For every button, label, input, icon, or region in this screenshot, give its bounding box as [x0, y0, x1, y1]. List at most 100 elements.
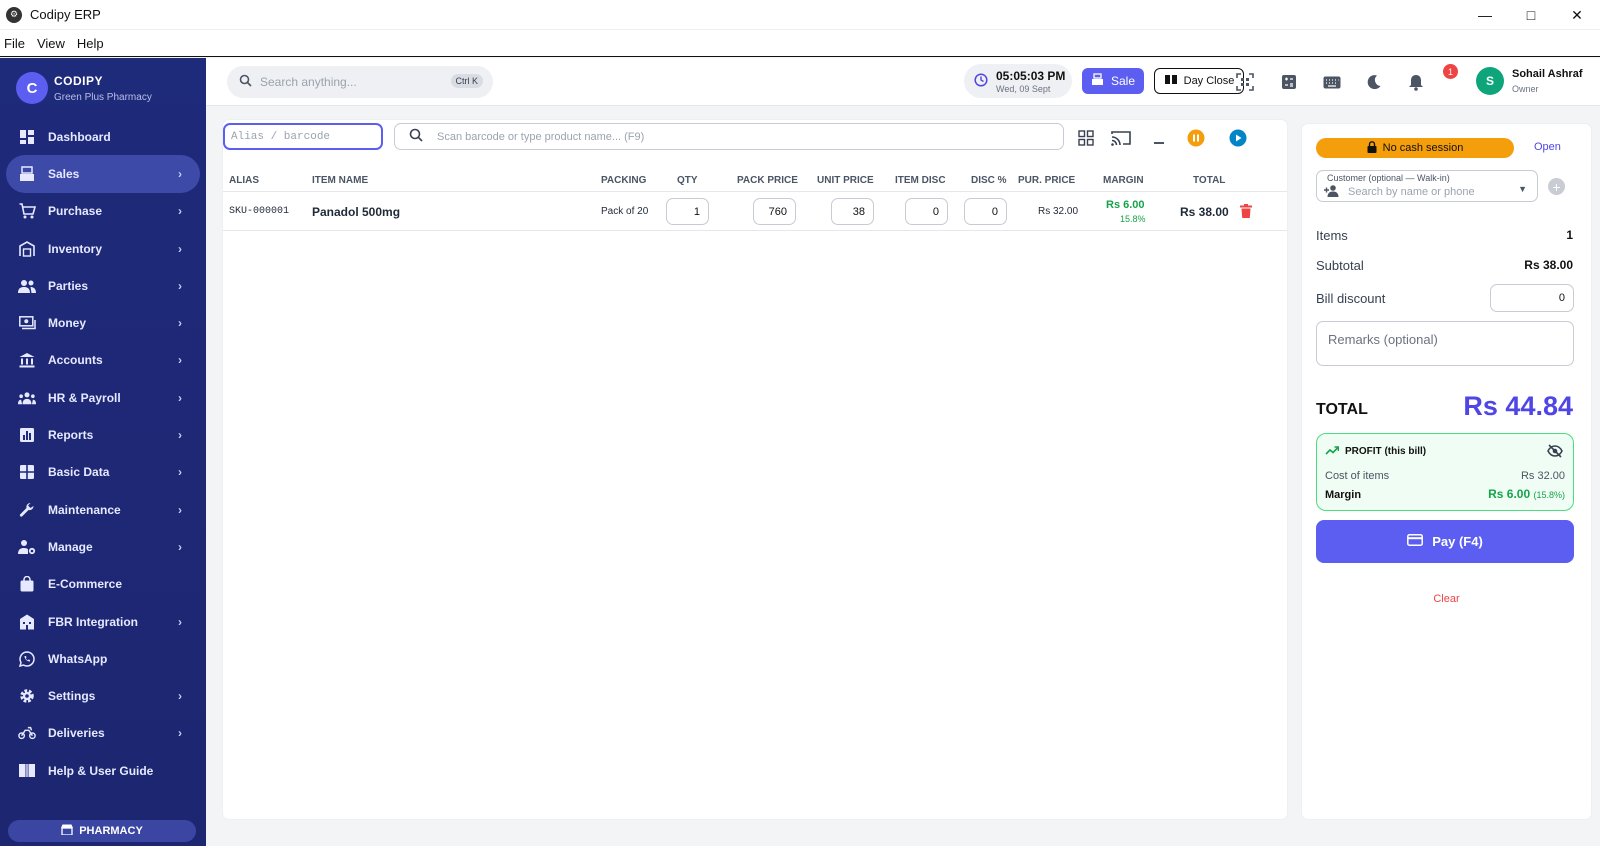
- sidebar-item-label: Sales: [48, 166, 80, 181]
- chevron-right-icon: ›: [178, 502, 182, 517]
- avatar[interactable]: S: [1476, 67, 1504, 95]
- row-qty-input[interactable]: 1: [666, 198, 709, 225]
- sidebar-item-hr-payroll[interactable]: HR & Payroll ›: [0, 379, 206, 416]
- sidebar-item-maintenance[interactable]: Maintenance ›: [0, 491, 206, 528]
- chevron-right-icon: ›: [178, 539, 182, 554]
- sidebar-item-label: Basic Data: [48, 465, 110, 480]
- menu-file[interactable]: File: [4, 36, 25, 51]
- window-title: Codipy ERP: [30, 7, 101, 22]
- sidebar-item-fbr-integration[interactable]: FBR Integration ›: [0, 603, 206, 640]
- brand[interactable]: C CODIPY Green Plus Pharmacy: [16, 72, 152, 104]
- row-disc-pct-input[interactable]: 0: [964, 198, 1007, 225]
- alias-placeholder: Alias / barcode: [231, 130, 331, 143]
- clock: 05:05:03 PM Wed, 09 Sept: [964, 64, 1072, 98]
- calculator-icon[interactable]: [1279, 72, 1299, 92]
- keyboard-icon[interactable]: [1322, 72, 1342, 92]
- chevron-right-icon: ›: [178, 614, 182, 629]
- sale-button[interactable]: Sale: [1082, 68, 1144, 94]
- sidebar-item-manage[interactable]: Manage ›: [0, 528, 206, 565]
- sidebar-item-inventory[interactable]: Inventory ›: [0, 230, 206, 267]
- eye-off-icon[interactable]: [1547, 444, 1563, 461]
- sidebar-item-label: Accounts: [48, 353, 103, 368]
- sidebar-item-sales[interactable]: Sales ›: [6, 155, 200, 193]
- chevron-right-icon: ›: [178, 390, 182, 405]
- user-name[interactable]: Sohail Ashraf: [1512, 68, 1583, 80]
- play-icon[interactable]: [1228, 128, 1248, 148]
- user-role: Owner: [1512, 84, 1539, 94]
- sidebar-item-label: Help & User Guide: [48, 763, 154, 778]
- cost-of-items-value: Rs 32.00: [1520, 470, 1565, 482]
- whatsapp-icon: [18, 650, 36, 668]
- bell-icon[interactable]: [1406, 72, 1426, 92]
- customer-label: Customer (optional — Walk-in): [1327, 173, 1450, 183]
- minimize-icon[interactable]: —: [1462, 0, 1508, 30]
- sidebar-item-help-user-guide[interactable]: Help & User Guide: [0, 752, 206, 789]
- sidebar-item-dashboard[interactable]: Dashboard: [0, 118, 206, 155]
- items-label: Items: [1316, 228, 1348, 243]
- global-search[interactable]: Search anything... Ctrl K: [227, 66, 493, 98]
- menu-help[interactable]: Help: [77, 36, 104, 51]
- building-icon: [18, 613, 36, 631]
- row-pack-price-input[interactable]: 760: [753, 198, 796, 225]
- cast-display-icon[interactable]: [1111, 128, 1131, 148]
- chevron-right-icon: ›: [178, 465, 182, 480]
- table-row[interactable]: SKU-000001 Panadol 500mg Pack of 20 1 76…: [223, 193, 1287, 231]
- sidebar-item-label: Maintenance: [48, 502, 121, 517]
- sidebar-item-label: WhatsApp: [48, 651, 108, 666]
- notification-badge: 1: [1443, 64, 1458, 79]
- sales-entry-panel: Alias / barcode Scan barcode or type pro…: [223, 120, 1287, 819]
- bank-icon: [18, 351, 36, 369]
- sidebar-item-money[interactable]: Money ›: [0, 304, 206, 341]
- row-margin-pct: 15.8%: [1120, 214, 1146, 224]
- credit-card-icon: [1407, 534, 1424, 549]
- add-customer-icon[interactable]: +: [1548, 178, 1565, 195]
- minimize-panel-icon[interactable]: [1149, 128, 1169, 148]
- sidebar-item-settings[interactable]: Settings ›: [0, 677, 206, 714]
- sidebar-item-e-commerce[interactable]: E-Commerce: [0, 566, 206, 603]
- clear-button[interactable]: Clear: [1302, 593, 1591, 605]
- app-logo-icon: ⚙: [6, 6, 22, 23]
- sidebar-item-basic-data[interactable]: Basic Data ›: [0, 454, 206, 491]
- sidebar-item-deliveries[interactable]: Deliveries ›: [0, 715, 206, 752]
- maximize-icon[interactable]: □: [1508, 0, 1554, 30]
- row-unit-price-input[interactable]: 38: [831, 198, 874, 225]
- sidebar-item-purchase[interactable]: Purchase ›: [0, 193, 206, 230]
- chevron-right-icon: ›: [178, 353, 182, 368]
- remarks-input[interactable]: Remarks (optional): [1316, 321, 1574, 366]
- pause-icon[interactable]: [1186, 128, 1206, 148]
- pay-button[interactable]: Pay (F4): [1316, 520, 1574, 563]
- day-close-button[interactable]: Day Close: [1154, 68, 1244, 94]
- people-icon: [18, 277, 36, 295]
- sidebar-item-reports[interactable]: Reports ›: [0, 416, 206, 453]
- day-close-label: Day Close: [1183, 75, 1235, 87]
- sidebar-item-label: FBR Integration: [48, 614, 138, 629]
- cash-register-icon: [18, 165, 36, 183]
- grid-view-icon[interactable]: [1076, 128, 1096, 148]
- menu-view[interactable]: View: [37, 36, 65, 51]
- clear-button-label: Clear: [1433, 593, 1460, 605]
- product-scan-input[interactable]: Scan barcode or type product name... (F9…: [394, 123, 1064, 150]
- sidebar-item-label: Inventory: [48, 241, 103, 256]
- close-icon[interactable]: ✕: [1554, 0, 1600, 30]
- profit-card: PROFIT (this bill) Cost of items Rs 32.0…: [1316, 433, 1574, 511]
- col-pack-price: PACK PRICE: [737, 175, 798, 186]
- search-icon: [409, 128, 423, 145]
- col-item-name: ITEM NAME: [312, 175, 369, 186]
- row-alias: SKU-000001: [229, 206, 290, 217]
- sidebar-item-whatsapp[interactable]: WhatsApp: [0, 640, 206, 677]
- sidebar-item-parties[interactable]: Parties ›: [0, 267, 206, 304]
- open-session-link[interactable]: Open: [1534, 141, 1561, 153]
- row-item-disc-input[interactable]: 0: [905, 198, 948, 225]
- trash-icon[interactable]: [1240, 204, 1252, 221]
- row-pur-price: Rs 32.00: [1038, 206, 1079, 217]
- chevron-right-icon: ›: [178, 241, 182, 256]
- chart-icon: [18, 426, 36, 444]
- moon-icon[interactable]: [1364, 72, 1384, 92]
- cash-session-label: No cash session: [1382, 142, 1464, 154]
- sidebar-item-accounts[interactable]: Accounts ›: [0, 342, 206, 379]
- bill-discount-input[interactable]: 0: [1490, 284, 1574, 312]
- alias-barcode-input[interactable]: Alias / barcode: [223, 123, 383, 150]
- customer-select[interactable]: Customer (optional — Walk-in) Search by …: [1316, 170, 1538, 202]
- qr-scan-icon[interactable]: [1235, 72, 1255, 92]
- sidebar-item-label: Deliveries: [48, 726, 105, 741]
